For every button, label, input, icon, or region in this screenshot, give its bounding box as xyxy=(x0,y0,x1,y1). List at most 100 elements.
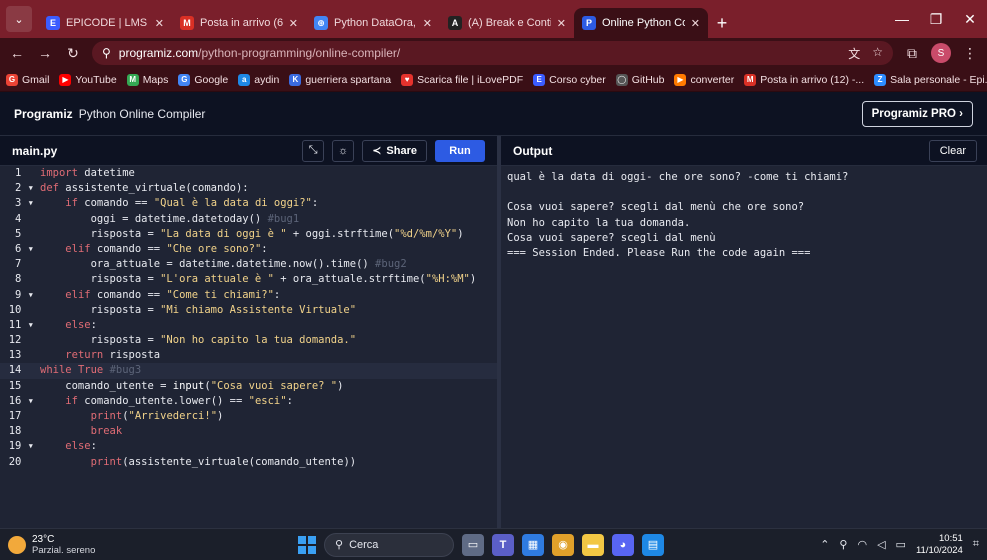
line-number: 5 xyxy=(15,227,34,240)
url-actions: 文 ☆ xyxy=(848,45,883,62)
tab-list: E EPICODE | LMS ✕ M Posta in arrivo (6) - s.… xyxy=(38,8,708,38)
line-number: 16 ▾ xyxy=(8,394,34,407)
tab-favicon-icon: A xyxy=(448,16,462,30)
tab-close-icon[interactable]: ✕ xyxy=(557,17,566,30)
code-line: 13 return risposta xyxy=(0,348,497,363)
translate-icon[interactable]: 文 xyxy=(848,45,860,62)
bookmark-star-icon[interactable]: ☆ xyxy=(872,45,883,62)
reload-icon[interactable]: ↻ xyxy=(64,45,82,62)
bookmark-item[interactable]: G Gmail xyxy=(6,73,49,86)
code-line: 14 while True #bug3 xyxy=(0,363,497,379)
menu-icon[interactable]: ⋮ xyxy=(961,45,979,62)
editor-header: main.py ⤡ ☼ ≺ Share Run xyxy=(0,136,497,166)
notification-icon[interactable]: ⌗ xyxy=(973,538,979,551)
bookmark-item[interactable]: Kguerriera spartana xyxy=(289,73,391,86)
code-line: 2 ▾ def assistente_virtuale(comando): xyxy=(0,181,497,196)
line-number: 14 xyxy=(8,364,34,377)
restore-icon[interactable]: ❐ xyxy=(919,11,953,28)
bookmark-favicon-icon: K xyxy=(289,73,302,86)
taskbar-app-teams-icon[interactable]: T xyxy=(492,533,514,556)
line-number: 11 ▾ xyxy=(8,318,34,331)
taskbar-app-app-blue-icon[interactable]: ▤ xyxy=(642,533,664,556)
bookmark-label: Google xyxy=(194,73,229,86)
line-number: 13 xyxy=(8,349,34,362)
weather-widget[interactable]: 23°C Parzial. sereno xyxy=(0,534,200,556)
location-icon[interactable]: ⚲ xyxy=(839,538,847,551)
bookmark-item[interactable]: M Posta in arrivo (12) -... xyxy=(744,73,864,86)
system-tray: ⌃ ⚲ ◠ ◁ ▭ 10:51 11/10/2024 ⌗ xyxy=(820,533,987,557)
bookmark-label: aydin xyxy=(254,73,280,86)
bookmark-item[interactable]: a aydin xyxy=(238,73,280,86)
close-window-icon[interactable]: ✕ xyxy=(953,11,987,28)
back-icon[interactable]: ← xyxy=(8,45,26,61)
new-tab-button[interactable]: + xyxy=(708,8,736,38)
bookmark-item[interactable]: ▶ YouTube xyxy=(59,73,117,86)
bookmark-item[interactable]: Z Sala personale - Epi... xyxy=(874,73,987,86)
output-console[interactable]: qual è la data di oggi- che ore sono? -c… xyxy=(501,166,987,528)
tray-chevron-icon[interactable]: ⌃ xyxy=(820,538,829,551)
bookmark-item[interactable]: G Google xyxy=(178,73,229,86)
bookmark-item[interactable]: ♥ Scarica file | iLovePDF xyxy=(401,73,523,86)
taskbar-app-explorer-icon[interactable]: ▬ xyxy=(582,533,604,556)
editor-toolbar: ⤡ ☼ ≺ Share Run xyxy=(302,139,497,162)
output-title: Output xyxy=(513,143,553,158)
code-line: 20 print(assistente_virtuale(comando_ute… xyxy=(0,455,497,470)
taskbar-app-chrome-icon[interactable]: ◉ xyxy=(552,533,574,556)
bookmark-label: Corso cyber xyxy=(549,73,606,86)
taskbar-apps: ⚲ Cerca ▭ T ▦ ◉ ▬ ◕ ▤ xyxy=(298,532,664,557)
url-input[interactable]: ⚲ programiz.com/python-programming/onlin… xyxy=(92,41,893,65)
output-line: qual è la data di oggi- che ore sono? -c… xyxy=(507,171,849,183)
fullscreen-icon[interactable]: ⤡ xyxy=(302,139,325,162)
share-button[interactable]: ≺ Share xyxy=(362,139,427,162)
windows-start-icon[interactable] xyxy=(298,535,316,554)
theme-toggle-icon[interactable]: ☼ xyxy=(332,139,355,162)
battery-icon[interactable]: ▭ xyxy=(896,538,906,551)
clear-button[interactable]: Clear xyxy=(928,139,977,162)
line-number: 3 ▾ xyxy=(15,197,34,210)
run-button[interactable]: Run xyxy=(435,139,485,162)
browser-tab[interactable]: M Posta in arrivo (6) - s.larizza1 ✕ xyxy=(172,8,306,38)
taskbar-app-taskview-icon[interactable]: ▭ xyxy=(462,533,484,556)
tab-close-icon[interactable]: ✕ xyxy=(691,17,700,30)
taskbar-app-store-icon[interactable]: ▦ xyxy=(522,533,544,556)
tab-search-icon[interactable]: ⌄ xyxy=(6,6,32,32)
code-text: risposta = "La data di oggi è " + oggi.s… xyxy=(40,227,464,240)
bookmark-item[interactable]: M Maps xyxy=(126,73,168,86)
weather-description: Parzial. sereno xyxy=(32,544,96,556)
code-text: comando_utente = input("Cosa vuoi sapere… xyxy=(40,379,344,392)
code-text: if comando_utente.lower() == "esci": xyxy=(65,394,293,407)
line-number: 18 xyxy=(8,425,34,438)
tab-close-icon[interactable]: ✕ xyxy=(155,17,164,30)
forward-icon[interactable]: → xyxy=(36,45,54,61)
bookmark-item[interactable]: E Corso cyber xyxy=(533,73,606,86)
extensions-icon[interactable]: ⧉ xyxy=(903,45,921,62)
wifi-icon[interactable]: ◠ xyxy=(857,538,867,551)
profile-avatar[interactable]: S xyxy=(931,43,951,63)
minimize-icon[interactable]: — xyxy=(885,11,919,27)
bookmark-favicon-icon: ◯ xyxy=(615,73,628,86)
code-line: 16 ▾ if comando_utente.lower() == "esci"… xyxy=(0,394,497,409)
app-header: Programiz Python Online Compiler Program… xyxy=(0,92,987,136)
tab-close-icon[interactable]: ✕ xyxy=(289,17,298,30)
programiz-logo[interactable]: Programiz xyxy=(14,107,73,121)
bookmark-item[interactable]: ◯ GitHub xyxy=(615,73,664,86)
bookmark-label: YouTube xyxy=(75,73,117,86)
tab-close-icon[interactable]: ✕ xyxy=(423,17,432,30)
clock[interactable]: 10:51 11/10/2024 xyxy=(916,533,963,557)
file-tab-main[interactable]: main.py xyxy=(12,144,57,158)
taskbar-app-discord-icon[interactable]: ◕ xyxy=(612,533,634,556)
volume-icon[interactable]: ◁ xyxy=(877,538,885,551)
browser-tab[interactable]: A (A) Break e Continue in Python ✕ xyxy=(440,8,574,38)
address-bar: ← → ↻ ⚲ programiz.com/python-programming… xyxy=(0,38,987,68)
bookmark-favicon-icon: M xyxy=(126,73,139,86)
taskbar-search-input[interactable]: ⚲ Cerca xyxy=(324,532,454,557)
bookmark-item[interactable]: ▶ converter xyxy=(674,73,734,86)
browser-tab[interactable]: E EPICODE | LMS ✕ xyxy=(38,8,172,38)
browser-tab[interactable]: ⊕ Python DataOra, OraDelta, S ✕ xyxy=(306,8,440,38)
browser-tab[interactable]: P Online Python Compiler (Inte ✕ xyxy=(574,8,708,38)
programiz-pro-button[interactable]: Programiz PRO › xyxy=(861,100,973,127)
code-text: elif comando == "Che ore sono?": xyxy=(65,242,268,255)
code-editor[interactable]: 1 import datetime 2 ▾ def assistente_virtu… xyxy=(0,166,497,528)
bookmark-favicon-icon: E xyxy=(533,73,546,86)
site-info-icon[interactable]: ⚲ xyxy=(102,46,111,60)
